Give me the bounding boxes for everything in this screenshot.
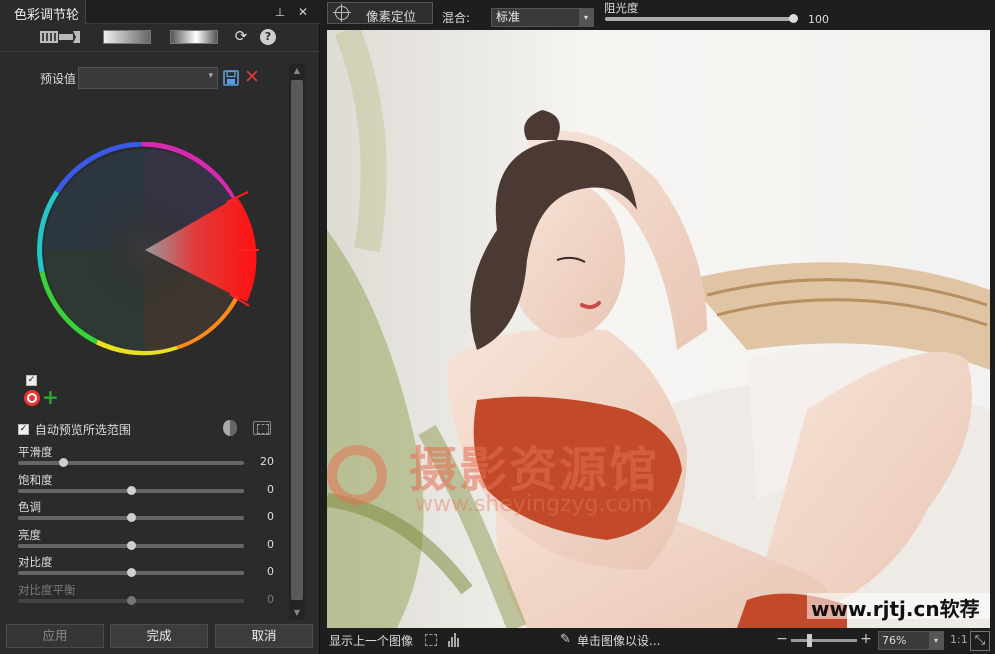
click-hint-text: 单击图像以设... — [577, 634, 661, 648]
preset-dropdown[interactable]: ▾ — [78, 67, 218, 89]
expand-icon[interactable]: ⤡ — [970, 631, 990, 651]
add-range-icon[interactable]: + — [42, 386, 59, 408]
watermark-text: 摄影资源馆 — [409, 442, 660, 498]
blend-mode-dropdown[interactable]: 标准 ▾ — [491, 8, 594, 27]
image-canvas[interactable]: 摄影资源馆 www.sheyingzyg.com www.rjtj.cn软荐网 — [327, 30, 990, 628]
slider-label: 对比度平衡 — [18, 582, 76, 597]
auto-preview-label: 自动预览所选范围 — [34, 423, 131, 437]
chevron-down-icon: ▾ — [579, 9, 593, 26]
opacity-slider[interactable] — [605, 14, 798, 23]
slider-row: 对比度 0 — [18, 554, 278, 582]
actual-size-button[interactable]: 1:1 — [950, 633, 968, 646]
slider-track[interactable] — [18, 513, 244, 522]
panel-scrollbar[interactable]: ▲ ▼ — [289, 64, 305, 620]
slider-thumb[interactable] — [127, 540, 136, 550]
auto-preview-option[interactable]: ✓ 自动预览所选范围 — [18, 421, 131, 437]
zoom-slider[interactable] — [791, 634, 857, 647]
refresh-icon[interactable]: ⟳ — [233, 28, 249, 44]
apply-button[interactable]: 应用 — [6, 624, 104, 648]
histogram-icon[interactable] — [447, 633, 461, 647]
watermark-logo — [327, 445, 387, 505]
chevron-down-icon: ▾ — [929, 632, 943, 649]
slider-label: 色调 — [18, 500, 41, 514]
fit-screen-icon[interactable] — [425, 634, 437, 646]
pixel-locate-button[interactable]: 像素定位 — [327, 2, 433, 24]
slider-thumb[interactable] — [127, 568, 136, 577]
slider-track[interactable] — [18, 568, 244, 577]
watermark-url: www.sheyingzyg.com — [415, 492, 653, 517]
gradient-center-swatch[interactable] — [170, 30, 218, 44]
color-wheel[interactable] — [37, 142, 261, 362]
slider-row: 饱和度 0 — [18, 472, 278, 500]
slider-thumb[interactable] — [127, 513, 136, 522]
slider-row: 对比度平衡 0 — [18, 582, 278, 610]
cancel-button[interactable]: 取消 — [215, 624, 313, 648]
show-previous-image-button[interactable]: 显示上一个图像 — [329, 632, 413, 649]
crosshair-icon — [333, 4, 351, 22]
slider-label: 平滑度 — [18, 445, 53, 459]
scroll-up-icon[interactable]: ▲ — [289, 64, 305, 78]
zoom-slider-thumb[interactable] — [807, 634, 812, 647]
slider-track[interactable] — [18, 540, 244, 550]
compare-strip-icon[interactable] — [40, 30, 80, 44]
slider-value: 0 — [267, 482, 274, 496]
blend-label: 混合: — [442, 11, 471, 25]
done-button[interactable]: 完成 — [110, 624, 208, 648]
tab-color-wheel[interactable]: 色彩调节轮 — [0, 0, 86, 24]
chevron-down-icon: ▾ — [208, 71, 213, 81]
opacity-label: 阻光度 — [604, 1, 639, 15]
panel-toolbar: ⟳ ? — [0, 24, 320, 52]
slider-thumb[interactable] — [59, 458, 69, 467]
preset-label: 预设值 — [40, 72, 77, 86]
pin-icon[interactable]: ⊥ — [273, 4, 287, 20]
slider-row: 平滑度 20 — [18, 444, 278, 472]
color-wheel-panel: 色彩调节轮 ⊥ ✕ ⟳ ? 预设值 ▾ ✕ ✓ + ✓ 自动预览所选范围 平滑度… — [0, 0, 320, 654]
slider-value: 0 — [267, 592, 274, 606]
help-icon[interactable]: ? — [260, 29, 276, 45]
zoom-level-value: 76% — [882, 634, 907, 647]
blend-mode-value: 标准 — [496, 10, 521, 24]
slider-value: 20 — [260, 455, 274, 468]
delete-icon[interactable]: ✕ — [244, 67, 260, 87]
photo-image — [327, 30, 990, 628]
close-panel-icon[interactable]: ✕ — [296, 4, 310, 20]
zoom-in-icon[interactable]: + — [860, 632, 872, 646]
slider-value: 0 — [267, 510, 274, 523]
zoom-out-icon[interactable]: − — [776, 632, 788, 646]
slider-label: 亮度 — [18, 527, 41, 542]
slider-track[interactable] — [18, 458, 244, 467]
frame-icon[interactable] — [253, 421, 271, 435]
slider-thumb[interactable] — [127, 595, 136, 605]
slider-row: 亮度 0 — [18, 527, 278, 555]
slider-label: 对比度 — [18, 555, 53, 569]
zoom-level-dropdown[interactable]: 76% ▾ — [878, 631, 944, 650]
pixel-locate-label: 像素定位 — [366, 9, 417, 24]
mask-icon[interactable] — [222, 419, 238, 437]
select-checkbox[interactable]: ✓ — [26, 375, 37, 386]
status-bar: 显示上一个图像 ✎ 单击图像以设... − + 76% ▾ 1:1 ⤡ — [321, 628, 995, 654]
target-picker-icon[interactable] — [24, 390, 40, 406]
slider-track[interactable] — [18, 485, 244, 495]
slider-thumb[interactable] — [127, 485, 136, 495]
save-icon[interactable] — [223, 70, 239, 86]
scroll-down-icon[interactable]: ▼ — [289, 606, 305, 620]
opacity-slider-thumb[interactable] — [789, 14, 798, 23]
slider-value: 0 — [267, 537, 274, 551]
eyedropper-icon[interactable]: ✎ — [560, 632, 571, 647]
slider-label: 饱和度 — [18, 472, 53, 487]
slider-value: 0 — [267, 565, 274, 578]
scroll-thumb[interactable] — [291, 80, 303, 600]
site-watermark: www.rjtj.cn软荐网 — [807, 593, 990, 628]
image-toolbar: 像素定位 混合: 标准 ▾ 阻光度 100 — [321, 0, 995, 30]
slider-track[interactable] — [18, 595, 244, 605]
gradient-left-swatch[interactable] — [103, 30, 151, 44]
slider-row: 色调 0 — [18, 499, 278, 527]
auto-preview-checkbox[interactable]: ✓ — [18, 424, 29, 435]
panel-tabbar: 色彩调节轮 ⊥ ✕ — [0, 0, 320, 24]
opacity-value: 100 — [808, 13, 829, 26]
